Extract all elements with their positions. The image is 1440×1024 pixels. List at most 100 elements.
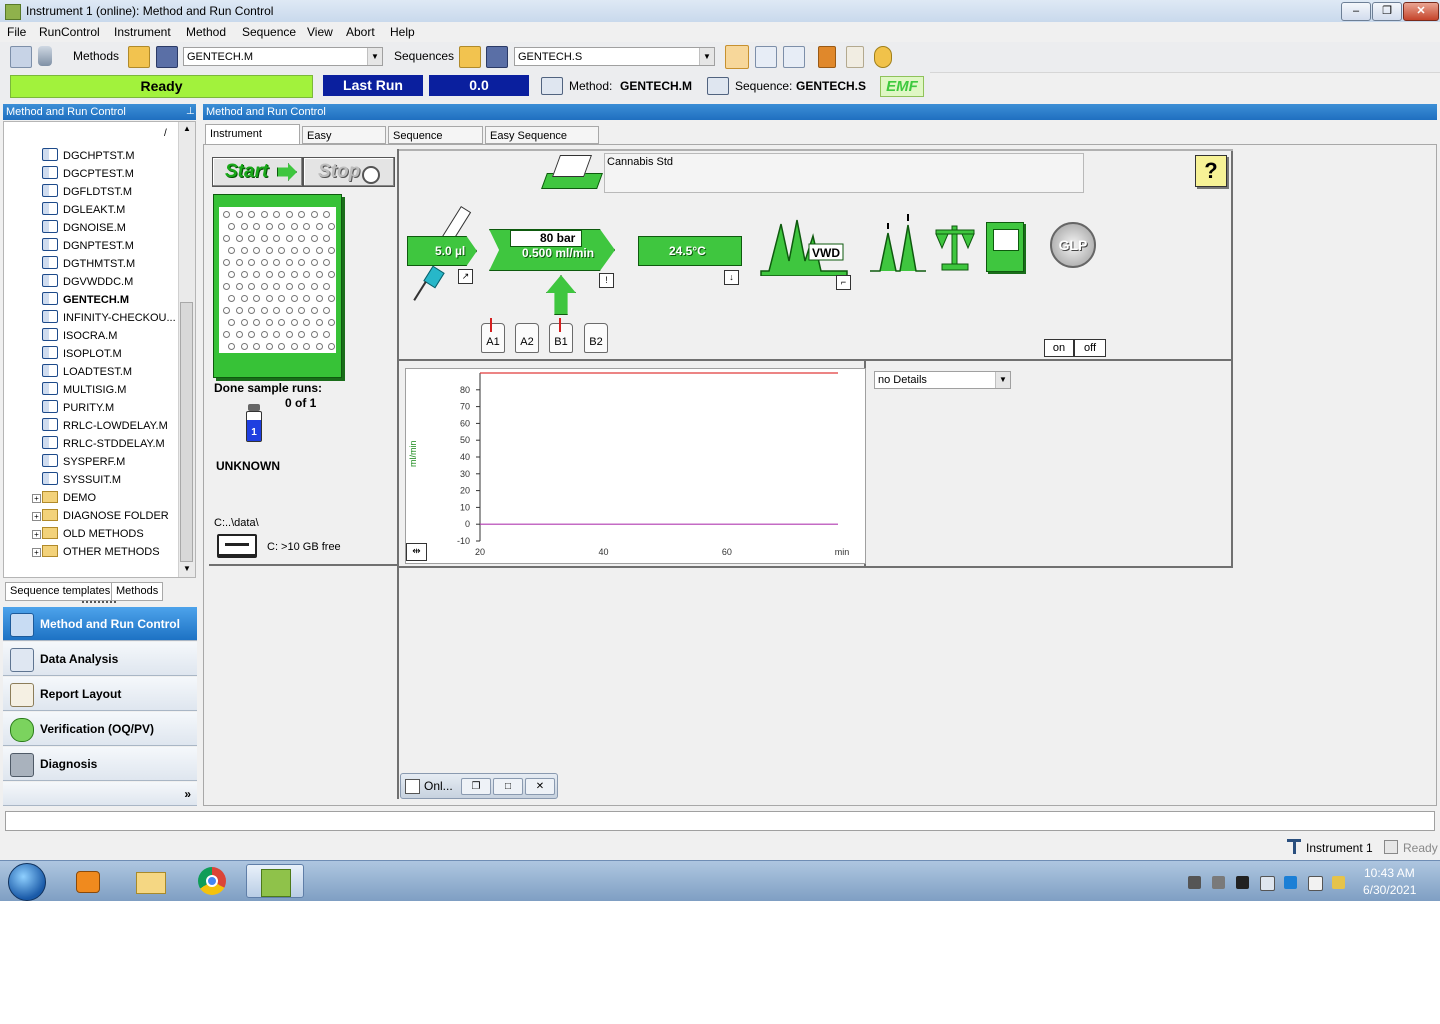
tray-position[interactable] xyxy=(298,235,305,242)
tray-position[interactable] xyxy=(285,211,293,218)
tray-position[interactable] xyxy=(303,295,310,302)
menu-sequence[interactable]: Sequence xyxy=(242,25,296,39)
tray-position[interactable] xyxy=(223,307,230,314)
tray-position[interactable] xyxy=(253,343,260,350)
tray-position[interactable] xyxy=(315,223,323,230)
plot-zoom-icon[interactable]: ⇹ xyxy=(406,543,427,561)
tree-scrollbar[interactable]: ▲ ▼ xyxy=(178,122,195,577)
tray-position[interactable] xyxy=(248,211,255,218)
menu-runcontrol[interactable]: RunControl xyxy=(39,25,100,39)
tree-item-folder[interactable]: + DIAGNOSE FOLDER xyxy=(32,508,169,525)
expand-icon[interactable]: + xyxy=(32,494,41,503)
tray-power-icon[interactable] xyxy=(1332,876,1345,889)
tray-position[interactable] xyxy=(223,235,230,242)
tray-position[interactable] xyxy=(265,271,273,278)
sample-tray[interactable] xyxy=(213,194,342,378)
tray-position[interactable] xyxy=(323,283,330,290)
tray-position[interactable] xyxy=(285,307,293,314)
tree-item-method[interactable]: DGFLDTST.M xyxy=(42,184,132,201)
tray-position[interactable] xyxy=(235,211,243,218)
tray-position[interactable] xyxy=(303,247,310,254)
bottle-a2[interactable]: A2 xyxy=(515,323,539,353)
tree-item-method[interactable]: RRLC-LOWDELAY.M xyxy=(42,418,168,435)
tray-position[interactable] xyxy=(285,283,293,290)
tray-position[interactable] xyxy=(223,283,230,290)
tray-position[interactable] xyxy=(248,307,255,314)
menu-method[interactable]: Method xyxy=(186,25,226,39)
tray-position[interactable] xyxy=(310,211,318,218)
tray-position[interactable] xyxy=(260,235,268,242)
tab-methods[interactable]: Methods xyxy=(111,582,164,601)
tray-position[interactable] xyxy=(315,247,323,254)
save-method-icon[interactable] xyxy=(156,46,178,68)
scroll-down-icon[interactable]: ▼ xyxy=(183,564,191,573)
scroll-up-icon[interactable]: ▲ xyxy=(183,124,191,133)
tray-position[interactable] xyxy=(278,271,285,278)
tray-position[interactable] xyxy=(310,259,318,266)
method-combo[interactable]: GENTECH.M ▼ xyxy=(183,47,383,66)
nav-verification[interactable]: Verification (OQ/PV) xyxy=(3,712,197,746)
tray-position[interactable] xyxy=(265,319,273,326)
tray-position[interactable] xyxy=(290,247,298,254)
tray-position[interactable] xyxy=(278,295,285,302)
tree-item-method[interactable]: PURITY.M xyxy=(42,400,114,417)
tray-position[interactable] xyxy=(228,271,235,278)
tray-position[interactable] xyxy=(310,307,318,314)
menu-abort[interactable]: Abort xyxy=(346,25,375,39)
chevron-down-icon[interactable]: ▼ xyxy=(995,372,1010,388)
tray-position[interactable] xyxy=(248,235,255,242)
tray-position[interactable] xyxy=(240,271,248,278)
tray-position[interactable] xyxy=(323,307,330,314)
tray-position[interactable] xyxy=(285,235,293,242)
tray-position[interactable] xyxy=(235,283,243,290)
view-signal-icon[interactable] xyxy=(783,46,805,68)
start-orb-icon[interactable] xyxy=(8,863,46,901)
tray-position[interactable] xyxy=(303,343,310,350)
tray-position[interactable] xyxy=(253,223,260,230)
tray-position[interactable] xyxy=(323,211,330,218)
tray-position[interactable] xyxy=(240,343,248,350)
tree-item-folder[interactable]: + OLD METHODS xyxy=(32,526,144,543)
tray-position[interactable] xyxy=(273,259,280,266)
tray-position[interactable] xyxy=(228,319,235,326)
tray-position[interactable] xyxy=(290,223,298,230)
chemstation-app[interactable] xyxy=(246,864,304,898)
tray-position[interactable] xyxy=(290,295,298,302)
tray-position[interactable] xyxy=(303,271,310,278)
menu-file[interactable]: File xyxy=(7,25,26,39)
tray-position[interactable] xyxy=(328,295,335,302)
tree-item-method[interactable]: DGCPTEST.M xyxy=(42,166,134,183)
tray-position[interactable] xyxy=(303,223,310,230)
method-book-icon[interactable] xyxy=(541,151,603,191)
tray-position[interactable] xyxy=(260,283,268,290)
pump-details-icon[interactable]: ! xyxy=(599,273,614,288)
tray-position[interactable] xyxy=(315,295,323,302)
menu-instrument[interactable]: Instrument xyxy=(114,25,171,39)
tray-position[interactable] xyxy=(273,331,280,338)
calibration-balance-icon[interactable] xyxy=(934,220,976,272)
tray-position[interactable] xyxy=(285,259,293,266)
media-player-app[interactable] xyxy=(62,864,116,898)
restore-button[interactable]: ❐ xyxy=(461,778,491,795)
tray-position[interactable] xyxy=(253,319,260,326)
tray-position[interactable] xyxy=(223,211,230,218)
expand-icon[interactable]: + xyxy=(32,530,41,539)
tree-item-method[interactable]: DGNPTEST.M xyxy=(42,238,134,255)
tray-position[interactable] xyxy=(298,331,305,338)
tree-item-method[interactable]: LOADTEST.M xyxy=(42,364,132,381)
book-icon[interactable] xyxy=(818,46,836,68)
chevron-down-icon[interactable]: ▼ xyxy=(699,48,714,65)
nav-report-layout[interactable]: Report Layout xyxy=(3,677,197,711)
tray-position[interactable] xyxy=(240,247,248,254)
tray-position[interactable] xyxy=(273,283,280,290)
chevron-down-icon[interactable]: ▼ xyxy=(367,48,382,65)
help-button[interactable]: ? xyxy=(1195,155,1227,187)
tree-item-method[interactable]: INFINITY-CHECKOU... xyxy=(42,310,176,327)
tray-position[interactable] xyxy=(235,259,243,266)
online-plot[interactable]: 80 70 60 50 40 30 20 10 0 -10 20 40 60 min ml/min xyxy=(405,368,866,564)
splitter-grip[interactable] xyxy=(82,601,116,605)
off-button[interactable]: off xyxy=(1074,339,1106,357)
tray-position[interactable] xyxy=(323,259,330,266)
lightbulb-icon[interactable] xyxy=(874,46,892,68)
tray-position[interactable] xyxy=(315,343,323,350)
